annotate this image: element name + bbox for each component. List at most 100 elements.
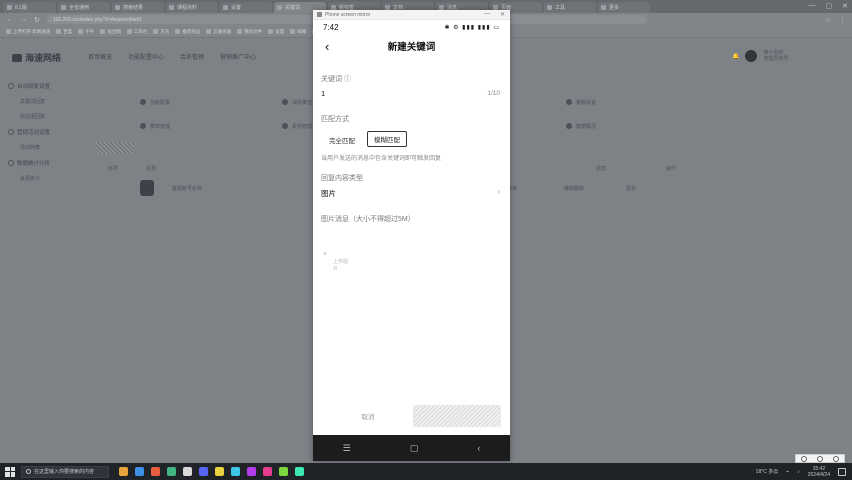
weather-text[interactable]: 18°C 多云 xyxy=(756,468,779,475)
match-option-exact[interactable]: 完全匹配 xyxy=(323,132,361,148)
close-icon[interactable]: ✕ xyxy=(842,2,848,10)
notice-icon[interactable] xyxy=(817,455,823,462)
minimize-icon[interactable]: — xyxy=(809,2,816,10)
forward-icon[interactable]: → xyxy=(20,16,27,23)
chevron-right-icon[interactable]: › xyxy=(497,187,500,196)
browser-tab[interactable]: 更多 xyxy=(598,2,650,13)
table-header-cell xyxy=(526,165,596,172)
top-nav-item[interactable]: 营销推广中心 xyxy=(220,52,256,61)
top-nav-item[interactable]: 首页概览 xyxy=(88,52,112,61)
bookmark-icon xyxy=(56,29,62,34)
taskbar-app-icon[interactable] xyxy=(167,467,176,476)
taskbar-app-icon[interactable] xyxy=(199,467,208,476)
bookmark-item[interactable]: 上传打开 新闻速递 xyxy=(6,29,50,35)
minimize-icon[interactable]: — xyxy=(484,11,490,18)
bookmark-item[interactable]: 设置 xyxy=(268,29,284,35)
back-arrow-icon[interactable]: ‹ xyxy=(325,39,329,54)
avatar[interactable] xyxy=(745,50,758,62)
sidebar-item[interactable]: 关键词回复 xyxy=(20,98,88,105)
start-button[interactable] xyxy=(5,466,15,477)
back-nav-icon[interactable]: ‹ xyxy=(477,443,480,453)
top-nav-item[interactable]: 会员管理 xyxy=(180,52,204,61)
volume-icon[interactable]: ♪ xyxy=(797,469,800,475)
browser-tab[interactable]: 全省通用 xyxy=(58,2,110,13)
sidebar-group[interactable]: 数据统计分析 xyxy=(8,159,88,167)
recent-apps-icon[interactable]: ☰ xyxy=(343,443,351,454)
phone-mirror-window: Phone screen mirror — ✕ 7:42 ✱ ⚙ ▮▮▮ ▮▮▮… xyxy=(313,10,510,461)
taskbar-app-icon[interactable] xyxy=(135,467,144,476)
taskbar-app-icon[interactable] xyxy=(279,467,288,476)
confirm-button[interactable]: 确定 xyxy=(413,405,501,427)
user-area[interactable]: 🔔 用户名称 管理员账号 xyxy=(732,50,789,62)
taskbar-app-icon[interactable] xyxy=(183,467,192,476)
bookmark-icon xyxy=(237,29,243,34)
taskbar-app-icon[interactable] xyxy=(119,467,128,476)
tab-favicon-icon xyxy=(223,5,228,10)
feature-card[interactable]: 数据概况 xyxy=(566,123,708,130)
bell-icon[interactable]: 🔔 xyxy=(732,53,739,60)
bookmark-label: 推荐商品 xyxy=(182,28,201,34)
feature-card[interactable]: 客服设置 xyxy=(566,99,708,106)
image-upload-button[interactable]: + 上传图片 xyxy=(321,249,351,273)
phone-status-bar: 7:42 ✱ ⚙ ▮▮▮ ▮▮▮ ▭ xyxy=(313,20,510,34)
maximize-icon[interactable]: ▢ xyxy=(826,2,833,10)
bookmark-item[interactable]: 工作台 xyxy=(126,29,147,35)
feature-card[interactable]: 功能配置 xyxy=(140,99,282,106)
keyword-input[interactable]: 1 xyxy=(321,89,325,98)
sidebar-group-label: 自动回复设置 xyxy=(17,84,51,90)
browser-tab[interactable]: 工具 xyxy=(544,2,596,13)
notice-icon[interactable] xyxy=(801,455,807,462)
sidebar-group[interactable]: 自动回复设置 xyxy=(8,82,88,90)
app-icon xyxy=(317,12,322,17)
taskbar-app-icon[interactable] xyxy=(215,467,224,476)
sidebar-item[interactable]: 活动列表 xyxy=(20,144,88,151)
keyword-char-count: 1/10 xyxy=(487,90,500,97)
sidebar-item[interactable]: 会员统计 xyxy=(20,175,88,182)
notification-popup[interactable] xyxy=(795,454,845,463)
match-option-fuzzy[interactable]: 模糊匹配 xyxy=(367,131,407,147)
taskbar-app-icon[interactable] xyxy=(151,467,160,476)
extensions-icon[interactable]: ⋮ xyxy=(839,16,846,24)
bookmark-label: 我的文件 xyxy=(244,28,263,34)
bookmark-item[interactable]: 京东 xyxy=(153,29,169,35)
reply-type-value[interactable]: 图片 xyxy=(321,188,336,199)
reload-icon[interactable]: ↻ xyxy=(34,16,40,24)
feature-card[interactable]: 菜单管理 xyxy=(140,123,282,130)
add-button-dimmed[interactable] xyxy=(96,142,134,154)
network-icon[interactable]: ⌁ xyxy=(786,469,789,475)
bookmark-item[interactable]: 千牛 xyxy=(78,29,94,35)
sidebar-item[interactable]: 欢迎语回复 xyxy=(20,113,88,120)
back-icon[interactable]: ← xyxy=(6,16,13,23)
taskbar-search[interactable]: 在这里输入你要搜索的内容 xyxy=(21,465,109,478)
star-icon[interactable]: ☆ xyxy=(825,16,831,24)
taskbar-app-icon[interactable] xyxy=(295,467,304,476)
home-icon[interactable]: ▢ xyxy=(410,443,419,454)
notification-center-icon[interactable] xyxy=(838,467,846,476)
taskbar-app-icon[interactable] xyxy=(263,467,272,476)
bookmark-item[interactable]: 推荐商品 xyxy=(175,29,200,35)
reply-type-label: 回复内容类型 xyxy=(321,175,363,182)
table-cell[interactable]: 编辑删除 xyxy=(564,185,626,192)
taskbar-app-icon[interactable] xyxy=(231,467,240,476)
feature-icon xyxy=(566,123,572,129)
bookmark-item[interactable]: 邮箱 xyxy=(290,29,306,35)
bookmark-item[interactable]: 我的文件 xyxy=(237,29,262,35)
site-logo[interactable]: 海速网络 xyxy=(12,51,61,64)
browser-tab[interactable]: 搜索结果 xyxy=(112,2,164,13)
cancel-button[interactable]: 取消 xyxy=(353,408,383,424)
browser-tab[interactable]: 8.1版 xyxy=(4,2,56,13)
bookmark-item[interactable]: 百度 xyxy=(56,29,72,35)
tab-favicon-icon xyxy=(547,5,552,10)
clock[interactable]: 15:42 2024/4/24 xyxy=(808,466,830,478)
feature-icon xyxy=(140,99,146,105)
bookmark-item[interactable]: 云服务器 xyxy=(206,29,231,35)
table-cell[interactable]: 更多 xyxy=(626,185,686,192)
bookmark-item[interactable]: 淘宝网 xyxy=(100,29,121,35)
notice-icon[interactable] xyxy=(833,455,839,462)
close-icon[interactable]: ✕ xyxy=(500,11,505,18)
sidebar-group[interactable]: 营销活动设置 xyxy=(8,128,88,136)
browser-tab[interactable]: 课程资料 xyxy=(166,2,218,13)
taskbar-app-icon[interactable] xyxy=(247,467,256,476)
top-nav-item[interactable]: 功能配置中心 xyxy=(128,52,164,61)
browser-tab[interactable]: 设置 xyxy=(220,2,272,13)
